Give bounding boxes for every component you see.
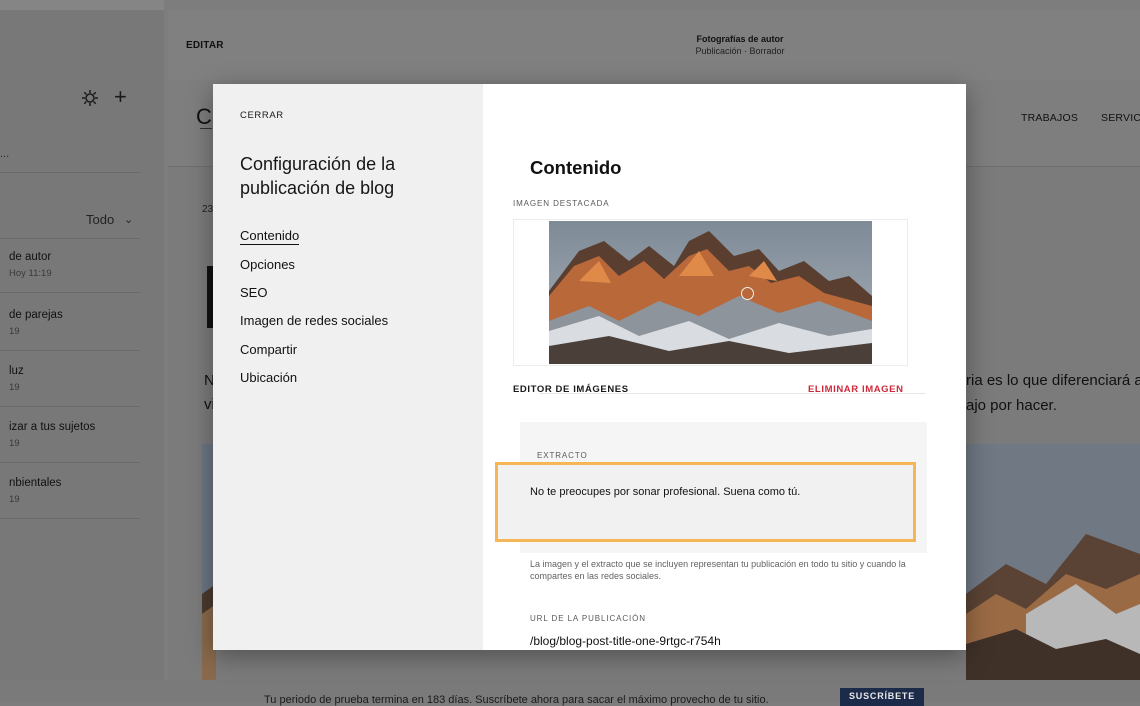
filter-select[interactable]: Todo: [86, 212, 114, 227]
subscribe-button[interactable]: SUSCRÍBETE: [840, 688, 924, 706]
add-post-icon[interactable]: +: [114, 86, 127, 108]
menu-item-social-image[interactable]: Imagen de redes sociales: [240, 313, 388, 328]
divider: [0, 518, 140, 519]
site-logo: C: [196, 104, 212, 129]
settings-content: Contenido IMAGEN DESTACADA EDITOR DE IMÁ…: [483, 84, 966, 650]
nav-item-trabajos[interactable]: TRABAJOS: [1021, 112, 1078, 124]
search-fragment[interactable]: ...: [0, 148, 9, 160]
document-status: Publicación · Borrador: [695, 46, 785, 56]
post-date: 23: [202, 204, 214, 215]
menu-item-opciones[interactable]: Opciones: [240, 257, 295, 272]
featured-image-dropzone[interactable]: [513, 219, 908, 366]
excerpt-help-text: La imagen y el extracto que se incluyen …: [530, 559, 906, 581]
divider: [0, 462, 140, 463]
modal-title: Configuración de la publicación de blog: [240, 154, 396, 198]
post-list-item-meta: 19: [9, 382, 20, 393]
post-image: [966, 444, 1140, 680]
featured-image-label: IMAGEN DESTACADA: [513, 199, 610, 208]
post-list-item-title[interactable]: izar a tus sujetos: [9, 421, 95, 433]
body-text: ria es lo que diferenciará a: [966, 372, 1140, 389]
top-bar: [0, 0, 164, 10]
close-button[interactable]: CERRAR: [240, 110, 284, 121]
excerpt-value[interactable]: No te preocupes por sonar profesional. S…: [530, 486, 800, 498]
trial-message: Tu periodo de prueba termina en 183 días…: [264, 694, 769, 706]
post-list-item-meta: 19: [9, 438, 20, 449]
url-field[interactable]: /blog/blog-post-title-one-9rtgc-r754h: [530, 634, 721, 648]
excerpt-label: EXTRACTO: [537, 451, 588, 460]
logo-underline: [200, 128, 212, 129]
post-list-item-title[interactable]: luz: [9, 365, 24, 377]
divider: [0, 172, 140, 173]
edit-button[interactable]: EDITAR: [186, 40, 224, 51]
gear-icon[interactable]: [80, 88, 100, 108]
menu-item-ubicacion[interactable]: Ubicación: [240, 370, 297, 385]
featured-image[interactable]: [549, 221, 872, 364]
post-list-item-meta: 19: [9, 494, 20, 505]
menu-item-contenido[interactable]: Contenido: [240, 228, 300, 245]
document-title: Fotografías de autor: [696, 34, 784, 44]
menu-item-compartir[interactable]: Compartir: [240, 342, 297, 357]
divider: [540, 393, 926, 394]
blog-settings-modal: CERRAR Configuración de la publicación d…: [213, 84, 966, 650]
chevron-down-icon[interactable]: ⌄: [124, 213, 133, 226]
settings-sidebar: CERRAR Configuración de la publicación d…: [213, 84, 483, 650]
menu-item-seo[interactable]: SEO: [240, 285, 267, 300]
post-list-item-title[interactable]: nbientales: [9, 477, 61, 489]
post-list-item-title[interactable]: de autor: [9, 251, 51, 263]
divider: [0, 238, 140, 239]
editor-header: [168, 10, 1140, 80]
excerpt-input[interactable]: [495, 462, 916, 542]
focal-point-icon[interactable]: [741, 287, 754, 300]
nav-item-servicios[interactable]: SERVICI: [1101, 112, 1140, 124]
post-list-item-meta: Hoy 11:19: [9, 268, 52, 279]
post-list-item-title[interactable]: de parejas: [9, 309, 63, 321]
divider: [0, 350, 140, 351]
url-label: URL DE LA PUBLICACIÓN: [530, 614, 646, 623]
divider: [0, 406, 140, 407]
divider: [0, 292, 140, 293]
body-text: ajo por hacer.: [966, 397, 1057, 414]
section-title: Contenido: [530, 157, 622, 178]
post-list-item-meta: 19: [9, 326, 20, 337]
